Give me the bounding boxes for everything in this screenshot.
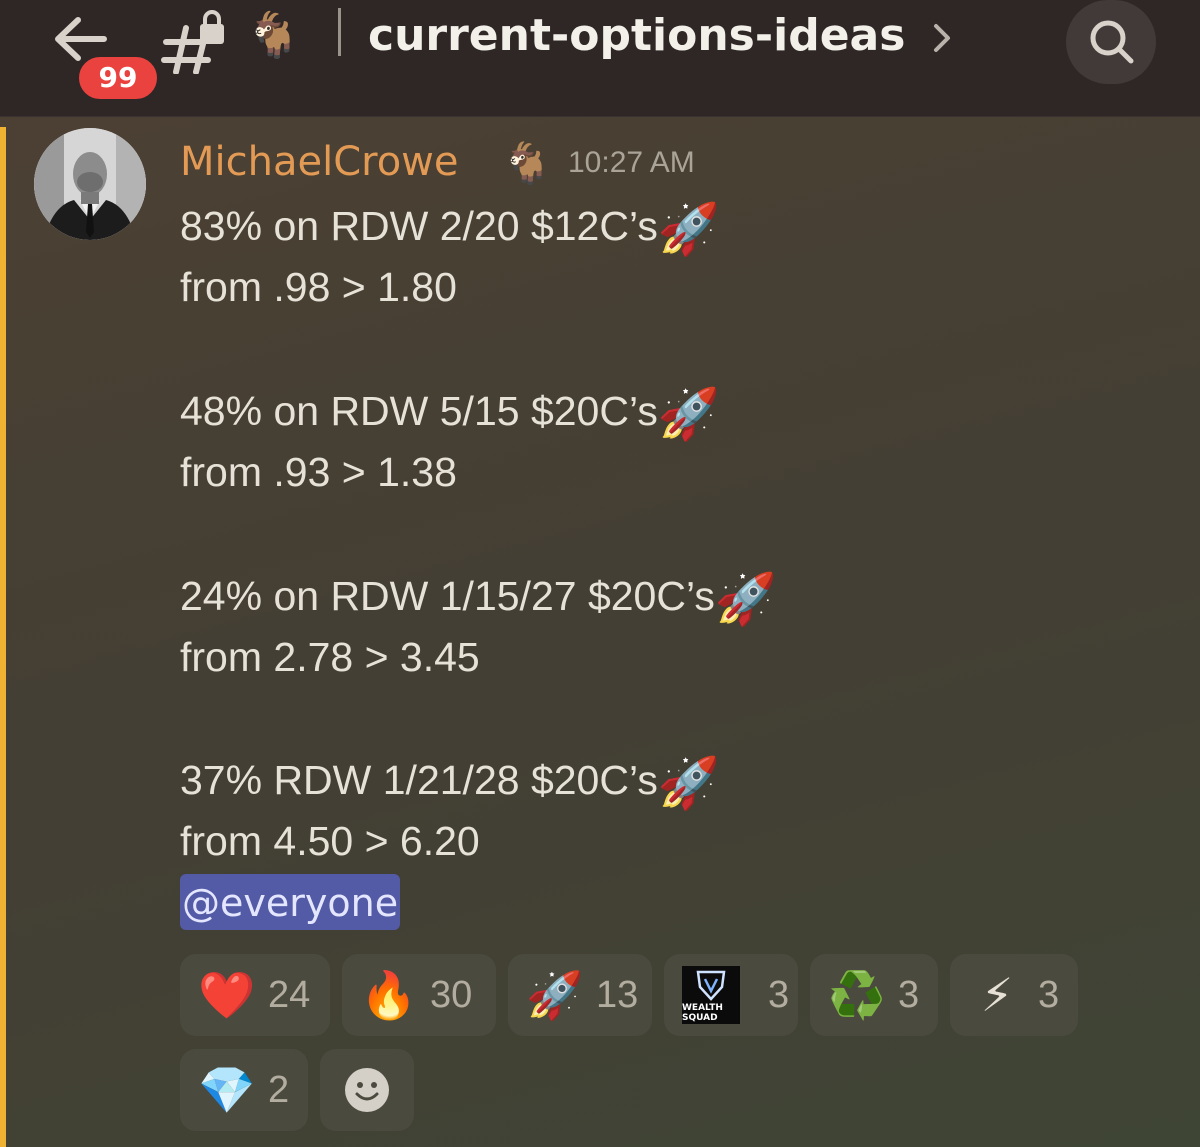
- reaction-count: 3: [768, 973, 790, 1016]
- message-line: from 2.78 > 3.45: [180, 634, 480, 680]
- reaction-wealth-squad[interactable]: WEALTH SQUAD 3: [664, 954, 798, 1036]
- message-line: from 4.50 > 6.20: [180, 818, 480, 864]
- mention-highlight-bar: [0, 127, 6, 1147]
- rocket-icon: 🚀: [657, 201, 721, 257]
- everyone-mention[interactable]: @everyone: [180, 874, 401, 930]
- reaction-count: 3: [1038, 973, 1060, 1016]
- reaction-count: 3: [898, 973, 920, 1016]
- chevron-right-icon[interactable]: [930, 20, 954, 56]
- heart-icon: ❤️: [198, 968, 256, 1022]
- avatar[interactable]: [34, 128, 146, 240]
- reaction-recycle[interactable]: ♻️ 3: [810, 954, 938, 1036]
- reaction-rocket[interactable]: 🚀 13: [508, 954, 652, 1036]
- unread-badge: 99: [76, 54, 160, 102]
- wealth-squad-logo-icon: WEALTH SQUAD: [682, 966, 740, 1024]
- message-timestamp: 10:27 AM: [568, 146, 695, 179]
- rocket-icon: 🚀: [526, 968, 584, 1022]
- message-line: from .93 > 1.38: [180, 449, 457, 495]
- reaction-fire[interactable]: 🔥 30: [342, 954, 496, 1036]
- message-line: 48% on RDW 5/15 $20C’s🚀: [180, 386, 721, 442]
- lightning-icon: ⚡: [980, 968, 1014, 1022]
- rocket-icon: 🚀: [714, 571, 778, 627]
- smiley-icon: [345, 1068, 389, 1112]
- add-reaction-button[interactable]: [320, 1049, 414, 1131]
- reaction-count: 2: [268, 1068, 290, 1111]
- search-button[interactable]: [1066, 0, 1156, 84]
- message-line: 83% on RDW 2/20 $12C’s🚀: [180, 201, 721, 257]
- channel-header: 99 🐐 current-options-ideas: [0, 0, 1200, 117]
- message-line: 24% on RDW 1/15/27 $20C’s🚀: [180, 571, 778, 627]
- reaction-count: 13: [596, 973, 639, 1016]
- rocket-icon: 🚀: [657, 386, 721, 442]
- rocket-icon: 🚀: [657, 755, 721, 811]
- goat-emoji-icon: 🐐: [502, 141, 552, 187]
- reaction-lightning[interactable]: ⚡ 3: [950, 954, 1078, 1036]
- message-line: 37% RDW 1/21/28 $20C’s🚀: [180, 755, 721, 811]
- search-icon: [1090, 20, 1134, 64]
- diamond-icon: 💎: [198, 1063, 256, 1117]
- reaction-diamond[interactable]: 💎 2: [180, 1049, 308, 1131]
- reaction-count: 24: [268, 973, 311, 1016]
- channel-title[interactable]: current-options-ideas: [368, 0, 905, 72]
- message-line: from .98 > 1.80: [180, 264, 457, 310]
- reaction-heart[interactable]: ❤️ 24: [180, 954, 330, 1036]
- locked-channel-icon: [160, 10, 230, 75]
- header-divider: [338, 8, 341, 56]
- recycle-icon: ♻️: [828, 968, 886, 1022]
- reaction-count: 30: [430, 973, 473, 1016]
- fire-icon: 🔥: [360, 968, 418, 1022]
- goat-emoji-icon: 🐐: [246, 10, 301, 61]
- author-name[interactable]: MichaelCrowe: [180, 134, 459, 190]
